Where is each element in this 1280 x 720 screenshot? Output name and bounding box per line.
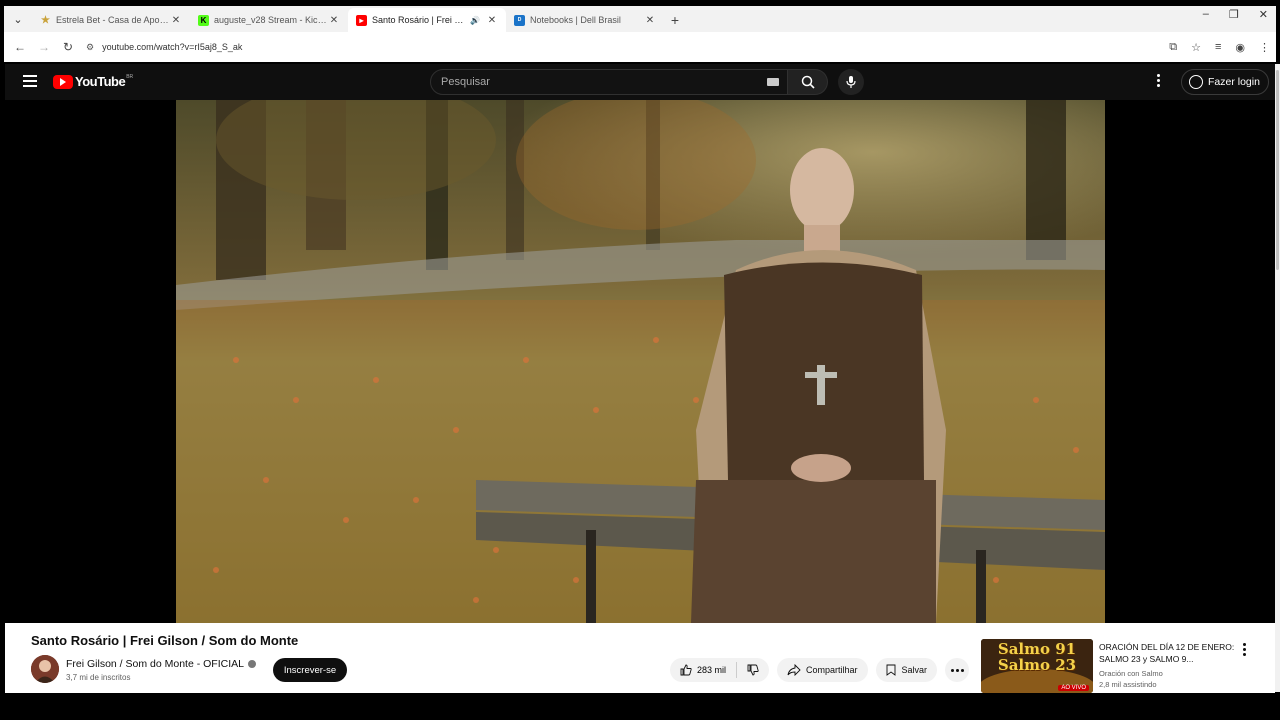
video-frame-image [176,100,1105,623]
share-button[interactable]: Compartilhar [777,658,868,682]
new-tab-button[interactable]: + [664,8,686,32]
tab-youtube[interactable]: ▸ Santo Rosário | Frei Gilson / 🔊 ✕ [348,8,506,32]
thumbs-down-icon [747,664,759,676]
url-text: youtube.com/watch?v=rI5aj8_S_ak [102,42,243,52]
account-icon [1189,75,1203,89]
screen: ⌄ ★ Estrela Bet - Casa de Aposta Esp ✕ K… [0,0,1280,720]
like-button[interactable]: 283 mil [670,662,738,678]
video-info-panel: Santo Rosário | Frei Gilson / Som do Mon… [5,623,1275,693]
login-label: Fazer login [1208,76,1260,88]
youtube-header: YouTube BR Pesquisar Fazer login [5,64,1275,100]
profile-icon[interactable]: ◉ [1235,41,1245,54]
like-dislike-group: 283 mil [670,658,770,682]
tab-estrela-bet[interactable]: ★ Estrela Bet - Casa de Aposta Esp ✕ [32,8,190,32]
dislike-button[interactable] [737,664,769,676]
like-count: 283 mil [697,665,727,675]
login-button[interactable]: Fazer login [1181,69,1269,95]
browser-menu-icon[interactable]: ⋮ [1259,41,1270,54]
share-label: Compartilhar [806,665,858,675]
share-icon [787,664,801,676]
search-button[interactable] [788,69,828,95]
speaker-icon[interactable]: 🔊 [470,16,480,25]
tab-title: Santo Rosário | Frei Gilson / [372,15,470,25]
page-scrollbar[interactable] [1275,64,1280,692]
kick-favicon-icon: K [198,14,209,26]
forward-icon[interactable]: → [32,40,56,54]
restore-icon[interactable]: ❐ [1229,8,1239,21]
settings-kebab-icon[interactable] [1157,74,1161,87]
save-button[interactable]: Salvar [875,658,938,682]
tab-search-button[interactable]: ⌄ [4,6,32,32]
recommended-more-icon[interactable] [1243,643,1246,656]
thumbnail-line2: Salmo 23 [997,656,1077,674]
toolbar-actions: ⧉ ☆ ≡ ◉ ⋮ [1169,41,1270,54]
star-favicon-icon: ★ [41,14,50,26]
site-info-icon[interactable]: ⚙ [86,42,94,53]
video-player[interactable] [176,100,1105,623]
close-window-icon[interactable]: ✕ [1259,8,1268,21]
video-title: Santo Rosário | Frei Gilson / Som do Mon… [31,633,299,648]
close-icon[interactable]: ✕ [170,15,182,26]
recommended-thumbnail[interactable]: Salmo 91 Salmo 23 AO VIVO [981,639,1093,693]
subscribe-button[interactable]: Inscrever-se [273,658,347,682]
reload-icon[interactable]: ↻ [56,40,80,54]
chevron-down-icon: ⌄ [13,13,23,26]
install-app-icon[interactable]: ⧉ [1169,41,1177,54]
minimize-icon[interactable]: – [1203,8,1209,21]
tab-title: auguste_v28 Stream - Kick Dash [214,15,328,25]
search-icon [801,75,815,89]
youtube-play-icon [53,74,73,89]
live-badge: AO VIVO [1058,685,1089,691]
recommended-title: ORACIÓN DEL DÍA 12 DE ENERO: SALMO 23 y … [1099,642,1235,664]
window-controls: – ❐ ✕ [1203,8,1268,21]
channel-avatar[interactable] [31,655,59,683]
more-actions-button[interactable] [945,658,970,682]
youtube-favicon-icon: ▸ [356,14,367,26]
video-actions: 283 mil Compartilhar Salvar [670,658,970,682]
browser-toolbar: ← → ↻ ⚙ youtube.com/watch?v=rI5aj8_S_ak … [4,32,1276,62]
logo-region: BR [126,74,134,80]
media-control-icon[interactable]: ≡ [1215,41,1221,54]
youtube-logo[interactable]: YouTube BR [53,74,133,89]
recommended-viewers: 2,8 mil assistindo [1099,680,1157,689]
channel-name-text: Frei Gilson / Som do Monte - OFICIAL [66,658,244,670]
tab-title: Notebooks | Dell Brasil [530,15,621,25]
tab-kick[interactable]: K auguste_v28 Stream - Kick Dash ✕ [190,8,348,32]
menu-icon[interactable] [23,75,37,87]
subscriber-count: 3,7 mi de inscritos [66,673,131,682]
scrollbar-thumb[interactable] [1276,70,1279,270]
thumbs-up-icon [680,664,692,676]
voice-search-button[interactable] [838,69,864,95]
close-icon[interactable]: ✕ [644,15,656,26]
logo-wordmark: YouTube [75,74,126,89]
close-icon[interactable]: ✕ [328,15,340,26]
recommended-video[interactable]: Salmo 91 Salmo 23 AO VIVO ORACIÓN DEL DÍ… [981,639,1271,693]
channel-name[interactable]: Frei Gilson / Som do Monte - OFICIAL [66,658,256,670]
tab-dell[interactable]: D Notebooks | Dell Brasil ✕ [506,8,664,32]
recommended-channel: Oración con Salmo [1099,669,1163,678]
back-icon[interactable]: ← [8,40,32,54]
avatar-image [31,655,59,683]
close-icon[interactable]: ✕ [486,15,498,26]
tab-strip: ⌄ ★ Estrela Bet - Casa de Aposta Esp ✕ K… [4,6,1276,32]
search-placeholder: Pesquisar [441,76,490,88]
microphone-icon [846,76,856,88]
address-bar[interactable]: ⚙ youtube.com/watch?v=rI5aj8_S_ak [86,36,1169,58]
tab-title: Estrela Bet - Casa de Aposta Esp [56,15,170,25]
bookmark-star-icon[interactable]: ☆ [1191,41,1201,54]
bookmark-icon [886,664,895,676]
search-bar: Pesquisar [430,69,864,95]
verified-icon [247,660,256,669]
keyboard-icon[interactable] [767,78,779,86]
search-input[interactable]: Pesquisar [430,69,788,95]
dell-favicon-icon: D [514,14,525,26]
save-label: Salvar [901,665,928,675]
